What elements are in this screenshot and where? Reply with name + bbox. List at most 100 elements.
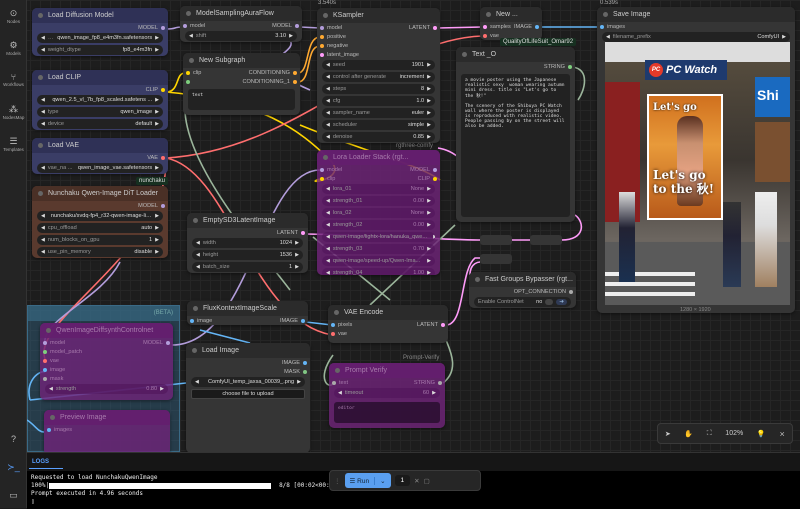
- widget-lora-02[interactable]: ◀ lora_02 None ▶: [322, 208, 435, 218]
- decrement-arrow-icon[interactable]: ◀: [196, 252, 200, 258]
- reroute-node[interactable]: [480, 254, 512, 264]
- load-image-node[interactable]: Load Image IMAGE MASK ◀ ComfyUI_temp_jaxsa_0…: [186, 343, 310, 453]
- fit-view-icon[interactable]: ⛶: [707, 430, 712, 438]
- increment-arrow-icon[interactable]: ▶: [427, 186, 431, 192]
- input-slot[interactable]: image: [190, 318, 212, 324]
- reroute-node[interactable]: [480, 235, 512, 245]
- increment-arrow-icon[interactable]: ▶: [782, 34, 786, 40]
- model-sampling-auraflow-node[interactable]: ModelSamplingAuraFlow model MODEL ◀ shift 3.1…: [180, 6, 302, 42]
- output-slot[interactable]: LATENT: [417, 322, 445, 328]
- widget-height[interactable]: ◀ height 1536 ▶: [192, 250, 303, 260]
- increment-arrow-icon[interactable]: ▶: [427, 246, 431, 252]
- output-dot-icon[interactable]: [293, 79, 297, 84]
- input-dot-icon[interactable]: [320, 43, 324, 48]
- widget-strength-04[interactable]: ◀ strength_04 1.00 ▶: [322, 268, 435, 275]
- prompt-verify-node[interactable]: Prompt Verify text STRING ◀ timeout 60 ▶ editor: [329, 363, 445, 428]
- decrement-arrow-icon[interactable]: ◀: [326, 210, 330, 216]
- increment-arrow-icon[interactable]: ▶: [427, 198, 431, 204]
- node-header[interactable]: KSampler: [317, 8, 440, 23]
- widget-width[interactable]: ◀ width 1024 ▶: [192, 238, 303, 248]
- decrement-arrow-icon[interactable]: ◀: [189, 33, 193, 39]
- output-slot[interactable]: CONDITIONING_1: [242, 79, 297, 85]
- output-slot[interactable]: CLIP: [146, 87, 165, 93]
- input-slot[interactable]: model: [43, 340, 65, 346]
- input-slot[interactable]: pixels: [331, 322, 352, 328]
- input-slot[interactable]: clip: [186, 70, 201, 76]
- input-dot-icon[interactable]: [183, 23, 187, 28]
- collapse-dot-icon[interactable]: [323, 155, 328, 160]
- increment-arrow-icon[interactable]: ▶: [427, 86, 431, 92]
- input-slot[interactable]: model_patch: [43, 349, 82, 355]
- node-header[interactable]: Save Image: [597, 7, 795, 22]
- increment-arrow-icon[interactable]: ▶: [427, 122, 431, 128]
- output-slot[interactable]: MODEL: [143, 340, 170, 346]
- text-widget[interactable]: a movie poster using the Japanese realis…: [461, 74, 570, 217]
- node-header[interactable]: Text _O: [456, 47, 575, 62]
- widget-value[interactable]: ◀ nunchaku/svdq-fp4_r32-qwen-image-li ...…: [37, 211, 163, 221]
- output-dot-icon[interactable]: [166, 340, 170, 345]
- output-image[interactable]: PC PC Watch Shi Let's go Let's go to the 秋…: [605, 42, 790, 305]
- decrement-arrow-icon[interactable]: ◀: [326, 222, 330, 228]
- cancel-icon[interactable]: ✕: [414, 477, 419, 485]
- widget-lora-01[interactable]: ◀ lora_01 None ▶: [322, 184, 435, 194]
- decrement-arrow-icon[interactable]: ◀: [326, 62, 330, 68]
- link-visibility-icon[interactable]: ⨯: [779, 430, 785, 438]
- increment-arrow-icon[interactable]: ▶: [155, 121, 159, 127]
- input-dot-icon[interactable]: [186, 79, 190, 84]
- widget-steps[interactable]: ◀ steps 8 ▶: [322, 84, 435, 94]
- node-header[interactable]: Load VAE: [32, 138, 168, 153]
- widget-strength-03[interactable]: ◀ strength_03 0.70 ▶: [322, 244, 435, 254]
- widget-device[interactable]: ◀ device default ▶: [37, 119, 163, 129]
- output-slot[interactable]: OPT_CONNECTION: [514, 289, 573, 295]
- output-slot[interactable]: STRING: [414, 380, 442, 386]
- batch-count-input[interactable]: 1: [394, 475, 411, 486]
- widget-use-pin-memory[interactable]: ◀ use_pin_memory disable ▶: [37, 247, 163, 257]
- decrement-arrow-icon[interactable]: ◀: [338, 390, 342, 396]
- output-slot[interactable]: VAE: [147, 155, 165, 161]
- widget-seed[interactable]: ◀ seed 1901 ▶: [322, 60, 435, 70]
- run-button[interactable]: ☰ Run: [345, 477, 375, 485]
- decrement-arrow-icon[interactable]: ◀: [41, 237, 45, 243]
- widget-strength[interactable]: ◀ strength 0.80 ▶: [45, 384, 168, 394]
- input-dot-icon[interactable]: [483, 33, 487, 38]
- output-dot-icon[interactable]: [301, 318, 305, 323]
- widget-num-blocks-on-gpu[interactable]: ◀ num_blocks_on_gpu 1 ▶: [37, 235, 163, 245]
- output-dot-icon[interactable]: [303, 369, 307, 374]
- collapse-dot-icon[interactable]: [335, 368, 340, 373]
- input-dot-icon[interactable]: [190, 318, 194, 323]
- output-dot-icon[interactable]: [303, 360, 307, 365]
- sidebar-item-nodes[interactable]: ⊙ Nodes: [0, 8, 27, 24]
- input-slot[interactable]: mask: [43, 376, 63, 382]
- decrement-arrow-icon[interactable]: ◀: [326, 198, 330, 204]
- input-dot-icon[interactable]: [320, 52, 324, 57]
- collapse-dot-icon[interactable]: [462, 52, 467, 57]
- input-slot[interactable]: positive: [320, 34, 346, 40]
- text-widget[interactable]: text: [188, 89, 295, 110]
- increment-arrow-icon[interactable]: ▶: [427, 74, 431, 80]
- decrement-arrow-icon[interactable]: ◀: [41, 97, 45, 103]
- increment-arrow-icon[interactable]: ▶: [427, 110, 431, 116]
- collapse-dot-icon[interactable]: [189, 58, 194, 63]
- widget-enable-controlnet[interactable]: Enable ControlNet no ➔: [474, 297, 571, 307]
- node-header[interactable]: Preview Image: [44, 410, 170, 425]
- run-options-chevron-icon[interactable]: ⌄: [374, 476, 390, 485]
- input-dot-icon[interactable]: [600, 24, 604, 29]
- increment-arrow-icon[interactable]: ▶: [155, 165, 159, 171]
- input-dot-icon[interactable]: [320, 176, 324, 181]
- increment-arrow-icon[interactable]: ▶: [427, 210, 431, 216]
- decrement-arrow-icon[interactable]: ◀: [41, 165, 45, 171]
- widget-scheduler[interactable]: ◀ scheduler simple ▶: [322, 120, 435, 130]
- output-slot[interactable]: MODEL: [410, 167, 437, 173]
- widget--[interactable]: ◀… qwen_image_fp8_e4m3fn.safetensors ▶: [37, 33, 163, 43]
- decrement-arrow-icon[interactable]: ◀: [326, 110, 330, 116]
- widget-value[interactable]: ◀ ComfyUI_temp_jaxsa_00039_.png ▶: [191, 377, 305, 387]
- input-slot[interactable]: images: [600, 24, 625, 30]
- decrement-arrow-icon[interactable]: ◀: [326, 234, 330, 240]
- input-dot-icon[interactable]: [47, 427, 51, 432]
- increment-arrow-icon[interactable]: ▶: [155, 213, 159, 219]
- sidebar-item-templates[interactable]: ☰ Templates: [0, 136, 27, 152]
- node-header[interactable]: ModelSamplingAuraFlow: [180, 6, 302, 21]
- widget-denoise[interactable]: ◀ denoise 0.85 ▶: [322, 132, 435, 142]
- input-dot-icon[interactable]: [332, 380, 336, 385]
- decrement-arrow-icon[interactable]: ◀: [196, 264, 200, 270]
